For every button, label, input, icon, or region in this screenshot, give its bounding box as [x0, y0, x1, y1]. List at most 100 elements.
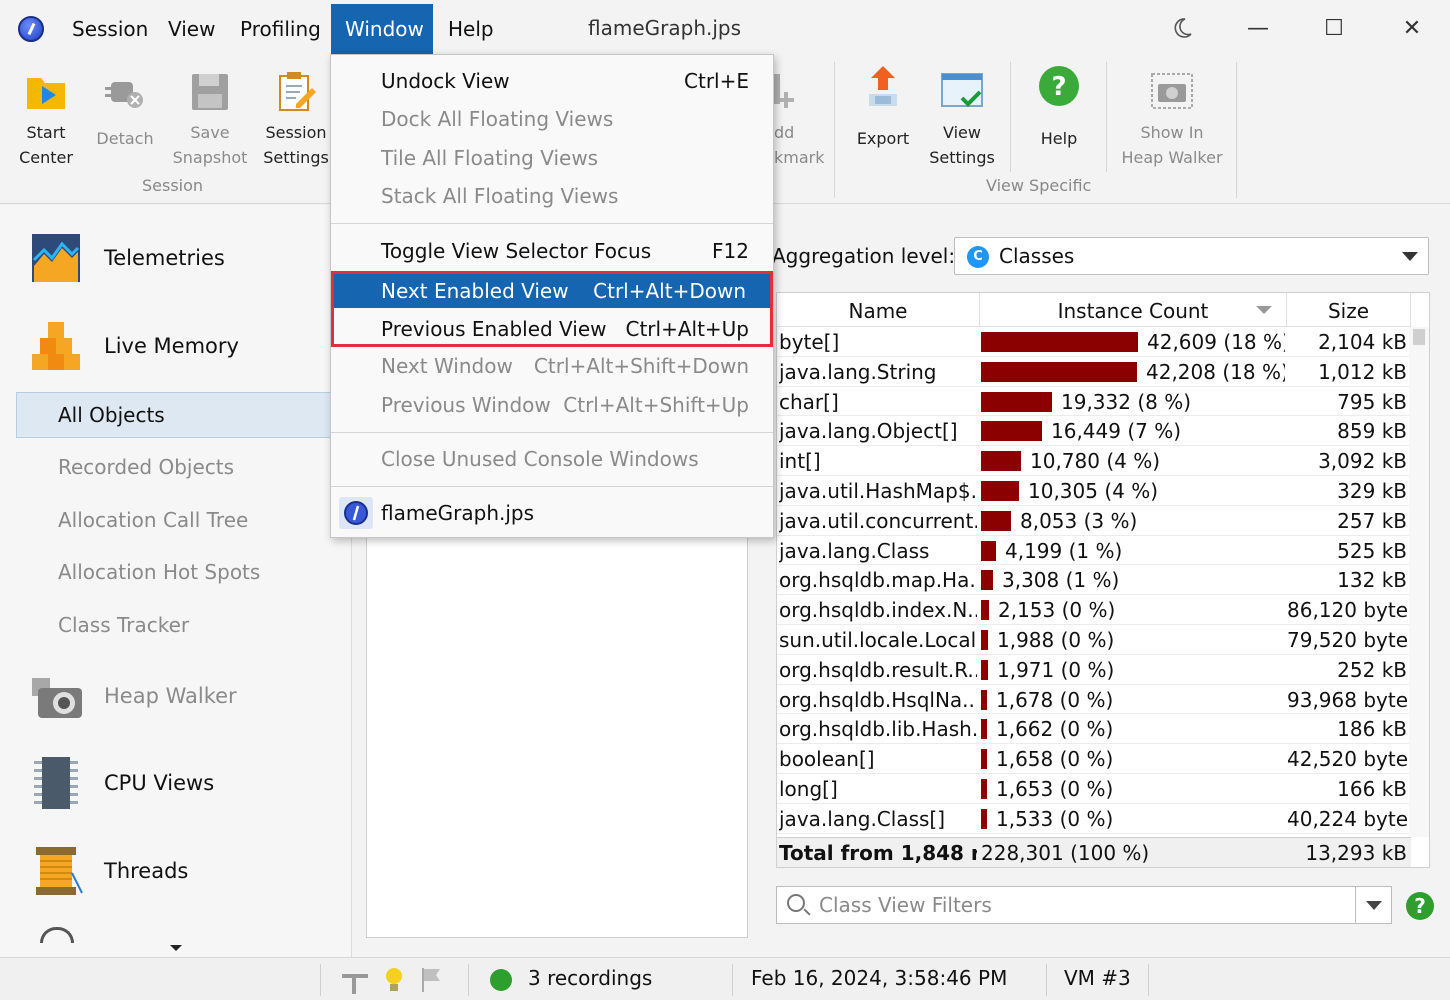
close-button[interactable]: ✕: [1392, 10, 1432, 46]
maximize-button[interactable]: ☐: [1314, 10, 1354, 46]
cell-size: 859 kB: [1337, 419, 1407, 444]
menu-item-dock-all-floating-views[interactable]: Dock All Floating Views: [331, 101, 773, 137]
detach-button[interactable]: Detach: [90, 70, 160, 151]
table-row[interactable]: java.lang.Object[] 16,449 (7 %) 859 kB: [777, 416, 1411, 447]
flag-icon[interactable]: [420, 966, 444, 998]
save-snapshot-button[interactable]: Save Snapshot: [170, 70, 250, 170]
vertical-scrollbar[interactable]: [1409, 327, 1429, 837]
sidebar-item-heap-walker[interactable]: Heap Walker: [28, 664, 237, 728]
table-row[interactable]: org.hsqldb.lib.Hash... 1,662 (0 %) 186 kB: [777, 714, 1411, 745]
start-center-button[interactable]: Start Center: [10, 70, 82, 170]
table-row[interactable]: org.hsqldb.HsqlNa... 1,678 (0 %) 93,968 by…: [777, 685, 1411, 715]
column-header-instance-count[interactable]: Instance Count: [980, 293, 1287, 327]
sidebar-item-allocation-call-tree[interactable]: Allocation Call Tree: [58, 508, 248, 532]
export-button[interactable]: Export: [850, 64, 916, 151]
table-row[interactable]: long[] 1,653 (0 %) 166 kB: [777, 774, 1411, 804]
help-circle-icon[interactable]: ?: [1406, 892, 1434, 920]
menu-view[interactable]: View: [154, 4, 229, 54]
cell-instance-count: 1,658 (0 %): [981, 744, 1285, 773]
sidebar-item-cpu-views[interactable]: CPU Views: [28, 751, 214, 815]
table-row[interactable]: char[] 19,332 (8 %) 795 kB: [777, 387, 1411, 417]
cell-size: 2,104 kB: [1318, 330, 1407, 354]
aggregation-level-select[interactable]: C Classes: [954, 237, 1429, 275]
menu-separator: [331, 486, 773, 487]
sidebar-label: Heap Walker: [104, 684, 237, 708]
count-bar: [981, 719, 987, 740]
table-row[interactable]: org.hsqldb.result.R... 1,971 (0 %) 252 kB: [777, 655, 1411, 685]
cell-instance-count: 1,971 (0 %): [981, 655, 1285, 684]
menu-item-stack-all-floating-views[interactable]: Stack All Floating Views: [331, 178, 773, 214]
column-header-size[interactable]: Size: [1287, 293, 1411, 327]
pin-icon[interactable]: [340, 968, 370, 998]
sidebar-item-all-objects[interactable]: All Objects: [16, 392, 352, 438]
cell-instance-count: 1,533 (0 %): [981, 804, 1285, 833]
add-bookmark-label: dd kmark: [774, 123, 825, 167]
lightbulb-icon[interactable]: [384, 966, 404, 998]
table-row[interactable]: byte[] 42,609 (18 %) 2,104 kB: [777, 327, 1411, 357]
session-settings-button[interactable]: Session Settings: [258, 70, 334, 170]
menu-item-close-unused-console-windows[interactable]: Close Unused Console Windows: [331, 441, 773, 477]
cell-instance-count: 10,305 (4 %): [981, 476, 1285, 505]
minimize-button[interactable]: —: [1238, 10, 1278, 46]
menu-window[interactable]: Window: [331, 4, 433, 54]
add-bookmark-button[interactable]: dd kmark: [774, 70, 825, 170]
view-settings-label: View Settings: [929, 123, 995, 167]
scrollbar-thumb[interactable]: [1413, 329, 1425, 345]
menu-profiling[interactable]: Profiling: [226, 4, 335, 54]
table-row[interactable]: java.lang.Class[] 1,533 (0 %) 40,224 bytes: [777, 804, 1411, 834]
table-row[interactable]: org.hsqldb.map.Ha... 3,308 (1 %) 132 kB: [777, 565, 1411, 596]
ribbon-divider: [1010, 62, 1011, 172]
recordings-count[interactable]: 3 recordings: [528, 966, 652, 990]
total-size: 13,293 kB: [1305, 841, 1407, 865]
menu-session[interactable]: Session: [58, 4, 162, 54]
class-view-filter-input[interactable]: Class View Filters: [776, 886, 1392, 924]
sidebar-item-recorded-objects[interactable]: Recorded Objects: [58, 455, 234, 479]
filter-dropdown-button[interactable]: [1355, 887, 1391, 923]
table-row[interactable]: org.hsqldb.index.N... 2,153 (0 %) 86,120 b…: [777, 595, 1411, 625]
sidebar-item-live-memory[interactable]: Live Memory: [28, 314, 239, 378]
cell-class-name: java.util.concurrent...: [779, 508, 977, 533]
count-bar: [981, 510, 1011, 531]
recording-status-icon: [490, 969, 512, 991]
camera-icon: [1150, 70, 1194, 114]
cell-class-name: org.hsqldb.lib.Hash...: [779, 717, 977, 742]
status-divider: [1046, 964, 1047, 996]
cpu-icon: [28, 755, 84, 811]
table-row[interactable]: sun.util.locale.Local... 1,988 (0 %) 79,52…: [777, 625, 1411, 655]
table-row[interactable]: java.util.concurrent... 8,053 (3 %) 257 kB: [777, 506, 1411, 536]
sidebar-item-telemetries[interactable]: Telemetries: [28, 226, 225, 290]
table-row[interactable]: int[] 10,780 (4 %) 3,092 kB: [777, 446, 1411, 476]
menu-item-previous-window[interactable]: Previous Window Ctrl+Alt+Shift+Up: [331, 387, 773, 423]
cell-size: 166 kB: [1337, 777, 1407, 801]
sidebar-item-threads[interactable]: Threads: [28, 839, 188, 903]
scroll-down-icon[interactable]: [170, 945, 182, 951]
folder-play-icon: [24, 70, 68, 114]
cell-size: 42,520 bytes: [1287, 747, 1409, 772]
menu-item-next-window[interactable]: Next Window Ctrl+Alt+Shift+Down: [331, 348, 773, 384]
menu-item-toggle-view-selector-focus[interactable]: Toggle View Selector Focus F12: [331, 233, 773, 269]
menu-item-flamegraph-jps[interactable]: flameGraph.jps: [331, 495, 773, 531]
count-text: 8,053 (3 %): [1020, 508, 1138, 533]
table-row[interactable]: java.util.HashMap$... 10,305 (4 %) 329 kB: [777, 476, 1411, 506]
menu-help[interactable]: Help: [434, 4, 508, 54]
help-ribbon-button[interactable]: ? Help: [1028, 64, 1090, 151]
column-header-name[interactable]: Name: [777, 293, 980, 327]
table-row[interactable]: java.lang.String 42,208 (18 %) 1,012 kB: [777, 357, 1411, 387]
count-bar: [981, 481, 1019, 501]
filter-placeholder: Class View Filters: [819, 893, 992, 917]
table-row[interactable]: java.lang.Class 4,199 (1 %) 525 kB: [777, 536, 1411, 566]
menu-item-undock-view[interactable]: Undock View Ctrl+E: [331, 63, 773, 99]
sidebar-item-class-tracker[interactable]: Class Tracker: [58, 613, 189, 637]
moon-icon[interactable]: [1162, 10, 1202, 46]
count-text: 1,988 (0 %): [997, 628, 1115, 652]
cell-instance-count: 10,780 (4 %): [981, 446, 1285, 475]
table-row[interactable]: boolean[] 1,658 (0 %) 42,520 bytes: [777, 744, 1411, 774]
show-in-heap-walker-button[interactable]: Show In Heap Walker: [1118, 70, 1226, 170]
menu-item-tile-all-floating-views[interactable]: Tile All Floating Views: [331, 140, 773, 176]
count-bar: [981, 361, 1137, 382]
sidebar-item-allocation-hot-spots[interactable]: Allocation Hot Spots: [58, 560, 260, 584]
class-icon: C: [967, 246, 989, 268]
view-settings-button[interactable]: View Settings: [924, 70, 1000, 170]
export-label: Export: [856, 129, 910, 148]
help-label: Help: [1040, 129, 1078, 148]
